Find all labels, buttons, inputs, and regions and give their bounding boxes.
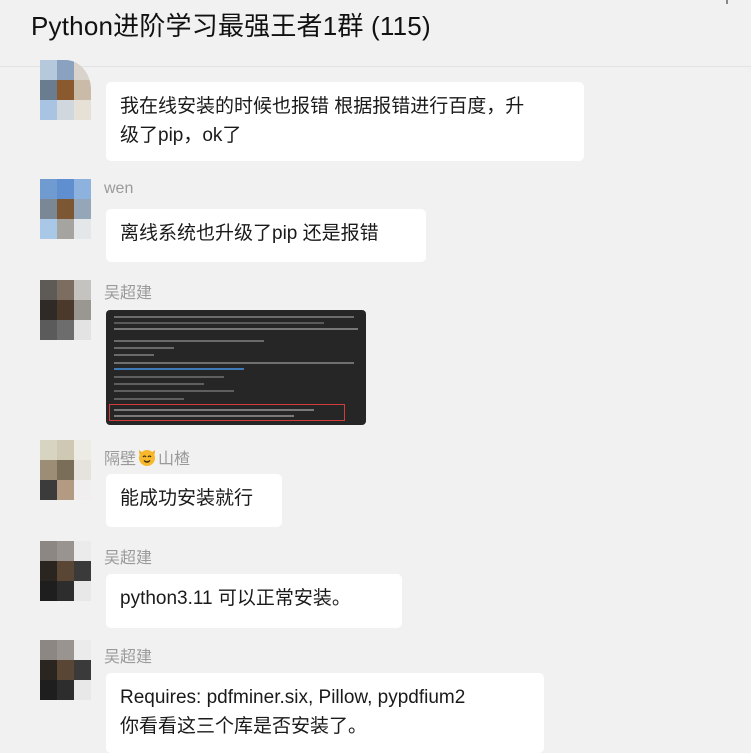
sender-name: 吴超建	[104, 550, 153, 567]
sender-name: 吴超建	[104, 649, 153, 666]
avatar[interactable]	[40, 640, 91, 700]
avatar[interactable]	[40, 440, 91, 500]
message-bubble[interactable]: python3.11 可以正常安装。	[106, 574, 402, 628]
sender-name: wen	[104, 180, 134, 197]
terminal-screenshot-image[interactable]	[106, 310, 366, 425]
message-text: 我在线安装的时候也报错 根据报错进行百度，升	[120, 96, 525, 117]
cat-face-icon	[139, 450, 156, 466]
message-text: 你看看这三个库是否安装了。	[120, 716, 368, 737]
message-text: 能成功安装就行	[120, 488, 254, 509]
chat-title: Python进阶学习最强王者1群 (115)	[31, 11, 431, 41]
message-text: python3.11 可以正常安装。	[120, 588, 351, 609]
sender-name-prefix: 隔壁	[104, 451, 137, 468]
message-bubble[interactable]: Requires: pdfminer.six, Pillow, pypdfium…	[106, 673, 544, 753]
message-bubble[interactable]: 能成功安装就行	[106, 474, 282, 527]
avatar[interactable]	[40, 60, 91, 120]
avatar[interactable]	[40, 179, 91, 239]
avatar[interactable]	[40, 541, 91, 601]
message-bubble[interactable]: 离线系统也升级了pip 还是报错	[106, 209, 426, 262]
sender-name: 吴超建	[104, 285, 153, 302]
message-bubble[interactable]: 我在线安装的时候也报错 根据报错进行百度，升 级了pip，ok了	[106, 82, 584, 161]
message-text: 离线系统也升级了pip 还是报错	[120, 223, 379, 244]
avatar[interactable]	[40, 280, 91, 340]
window-corner-mark	[726, 0, 728, 4]
sender-name: 隔壁 山楂	[104, 445, 190, 469]
sender-name-suffix: 山楂	[158, 451, 191, 468]
message-text: Requires: pdfminer.six, Pillow, pypdfium…	[120, 687, 466, 708]
message-text: 级了pip，ok了	[120, 125, 242, 146]
highlight-box	[109, 404, 345, 421]
chat-header: Python进阶学习最强王者1群 (115)	[0, 0, 751, 67]
